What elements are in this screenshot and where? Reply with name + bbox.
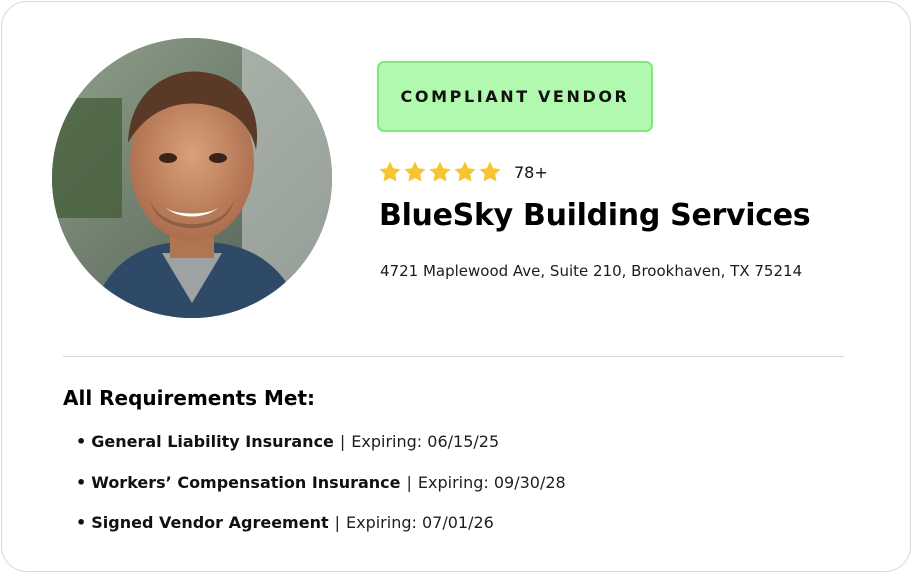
requirement-expiry: Expiring: 09/30/28 bbox=[417, 472, 566, 492]
compliant-vendor-badge: COMPLIANT VENDOR bbox=[377, 61, 653, 132]
star-icon bbox=[404, 161, 426, 182]
rating: 78+ bbox=[378, 159, 548, 185]
vendor-address: 4721 Maplewood Ave, Suite 210, Brookhave… bbox=[380, 262, 803, 280]
star-icon bbox=[454, 161, 476, 182]
star-icon bbox=[429, 161, 451, 182]
requirements-list: • General Liability Insurance | Expiring… bbox=[76, 432, 566, 554]
separator: | bbox=[334, 513, 340, 532]
requirement-item: • Signed Vendor Agreement | Expiring: 07… bbox=[76, 513, 566, 554]
star-icon bbox=[379, 161, 401, 182]
requirement-expiry: Expiring: 06/15/25 bbox=[351, 432, 500, 451]
separator: | bbox=[406, 472, 412, 492]
requirement-name: General Liability Insurance bbox=[91, 432, 334, 451]
star-icon bbox=[479, 161, 501, 182]
bullet-icon: • bbox=[76, 432, 87, 451]
divider bbox=[63, 356, 844, 357]
vendor-avatar bbox=[52, 38, 332, 318]
requirement-expiry: Expiring: 07/01/26 bbox=[346, 513, 494, 532]
star-rating bbox=[378, 160, 502, 184]
bullet-icon: • bbox=[76, 513, 87, 532]
requirement-name: Signed Vendor Agreement bbox=[91, 513, 329, 532]
bullet-icon: • bbox=[76, 472, 87, 492]
requirement-item: • Workers’ Compensation Insurance | Expi… bbox=[76, 473, 566, 514]
vendor-name: BlueSky Building Services bbox=[379, 198, 811, 233]
separator: | bbox=[339, 432, 346, 451]
rating-count: 78+ bbox=[514, 162, 548, 182]
requirement-item: • General Liability Insurance | Expiring… bbox=[76, 432, 566, 473]
requirement-name: Workers’ Compensation Insurance bbox=[91, 472, 401, 492]
requirements-heading: All Requirements Met: bbox=[63, 386, 316, 410]
vendor-card: COMPLIANT VENDOR 78+ BlueSky Building Se… bbox=[1, 1, 911, 572]
vendor-photo-icon bbox=[52, 38, 332, 318]
